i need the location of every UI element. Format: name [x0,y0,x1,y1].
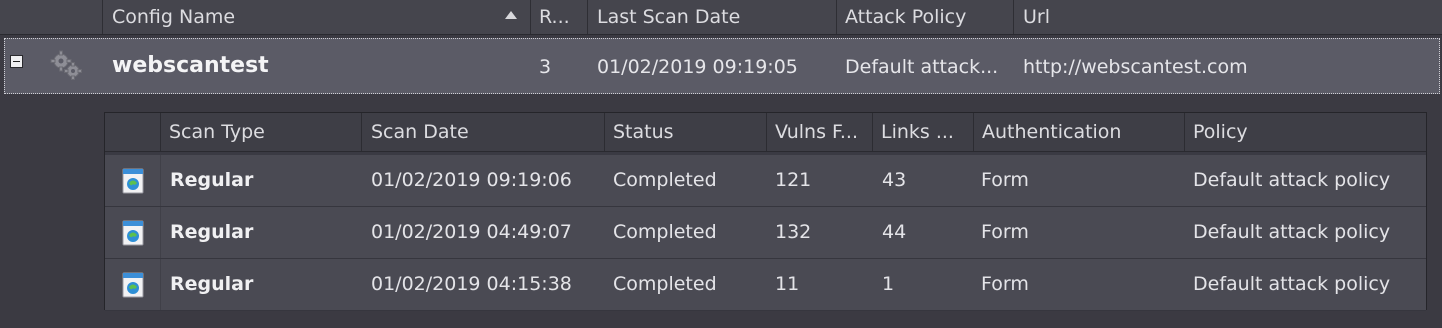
policy-cell: Default attack policy [1193,273,1391,295]
links-cell: 44 [882,221,907,243]
vulns-cell: 121 [775,169,812,191]
column-separator[interactable] [102,0,103,34]
status-cell: Completed [613,169,717,191]
group-url: http://webscantest.com [1023,56,1248,78]
column-separator[interactable] [766,113,767,151]
column-separator[interactable] [530,0,531,34]
cell-separator [160,207,161,258]
column-header-url[interactable]: Url [1023,6,1323,28]
column-header-vulns[interactable]: Vulns F... [775,121,875,143]
column-separator[interactable] [160,113,161,151]
group-config-name: webscantest [112,53,269,78]
authentication-cell: Form [981,169,1029,191]
column-separator[interactable] [973,113,974,151]
outer-grid-header: Config Name R... Last Scan Date Attack P… [0,0,1442,35]
scan-row[interactable]: Regular 01/02/2019 04:49:07 Completed 13… [105,207,1426,259]
authentication-cell: Form [981,221,1029,243]
collapse-toggle-button[interactable] [10,55,23,68]
column-header-links[interactable]: Links ... [881,121,971,143]
column-header-authentication[interactable]: Authentication [982,121,1177,143]
authentication-cell: Form [981,273,1029,295]
column-header-scan-date[interactable]: Scan Date [371,121,601,143]
scan-row[interactable]: Regular 01/02/2019 09:19:06 Completed 12… [105,155,1426,207]
column-header-r[interactable]: R... [539,6,584,28]
column-header-policy[interactable]: Policy [1193,121,1418,143]
status-cell: Completed [613,221,717,243]
column-header-attack-policy[interactable]: Attack Policy [845,6,1005,28]
group-last-scan-date: 01/02/2019 09:19:05 [597,56,798,78]
links-cell: 43 [882,169,907,191]
column-separator[interactable] [587,0,588,34]
group-attack-policy: Default attack... [845,56,999,78]
links-cell: 1 [882,273,895,295]
status-cell: Completed [613,273,717,295]
scan-date-cell: 01/02/2019 04:49:07 [371,221,572,243]
column-header-scan-type[interactable]: Scan Type [169,121,354,143]
group-r-value: 3 [539,56,552,78]
scan-type-cell: Regular [170,169,254,191]
column-separator[interactable] [836,0,837,34]
column-separator[interactable] [1184,113,1185,151]
scan-type-cell: Regular [170,221,254,243]
scan-date-cell: 01/02/2019 09:19:06 [371,169,572,191]
scan-row[interactable]: Regular 01/02/2019 04:15:38 Completed 11… [105,259,1426,311]
column-separator[interactable] [872,113,873,151]
column-header-last-scan-date[interactable]: Last Scan Date [597,6,827,28]
vulns-cell: 132 [775,221,812,243]
scan-date-cell: 01/02/2019 04:15:38 [371,273,572,295]
column-separator[interactable] [604,113,605,151]
sort-ascending-icon [505,11,517,19]
scan-type-cell: Regular [170,273,254,295]
scan-document-icon [122,168,144,194]
column-separator[interactable] [361,113,362,151]
gears-icon [50,50,82,80]
column-separator[interactable] [1013,0,1014,34]
column-header-config-name[interactable]: Config Name [112,6,492,28]
scan-document-icon [122,220,144,246]
child-grid-header: Scan Type Scan Date Status Vulns F... Li… [105,113,1426,152]
vulns-cell: 11 [775,273,800,295]
column-header-status[interactable]: Status [613,121,763,143]
cell-separator [160,155,161,206]
policy-cell: Default attack policy [1193,169,1391,191]
cell-separator [160,259,161,310]
policy-cell: Default attack policy [1193,221,1391,243]
scan-document-icon [122,272,144,298]
